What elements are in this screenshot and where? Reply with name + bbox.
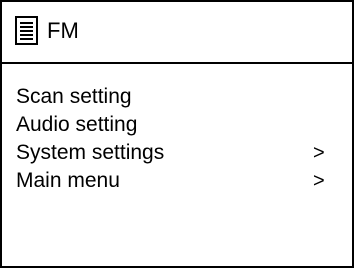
menu-item-scan-setting[interactable]: Scan setting [2, 84, 352, 112]
menu-item-label: Main menu [16, 169, 120, 192]
header-bar: FM [2, 2, 352, 64]
menu-item-label: System settings [16, 141, 165, 164]
menu-item-main-menu[interactable]: Main menu > [2, 168, 352, 196]
menu-item-system-settings[interactable]: System settings > [2, 140, 352, 168]
screen-title: FM [47, 18, 79, 43]
display-screen: FM Scan setting Audio setting System set… [0, 0, 354, 268]
menu-list: Scan setting Audio setting System settin… [2, 84, 352, 196]
submenu-arrow-icon: > [313, 142, 325, 164]
submenu-arrow-icon: > [313, 170, 325, 192]
menu-item-audio-setting[interactable]: Audio setting [2, 112, 352, 140]
menu-item-label: Audio setting [16, 113, 138, 136]
menu-list-icon[interactable] [15, 16, 38, 45]
menu-item-label: Scan setting [16, 85, 132, 108]
